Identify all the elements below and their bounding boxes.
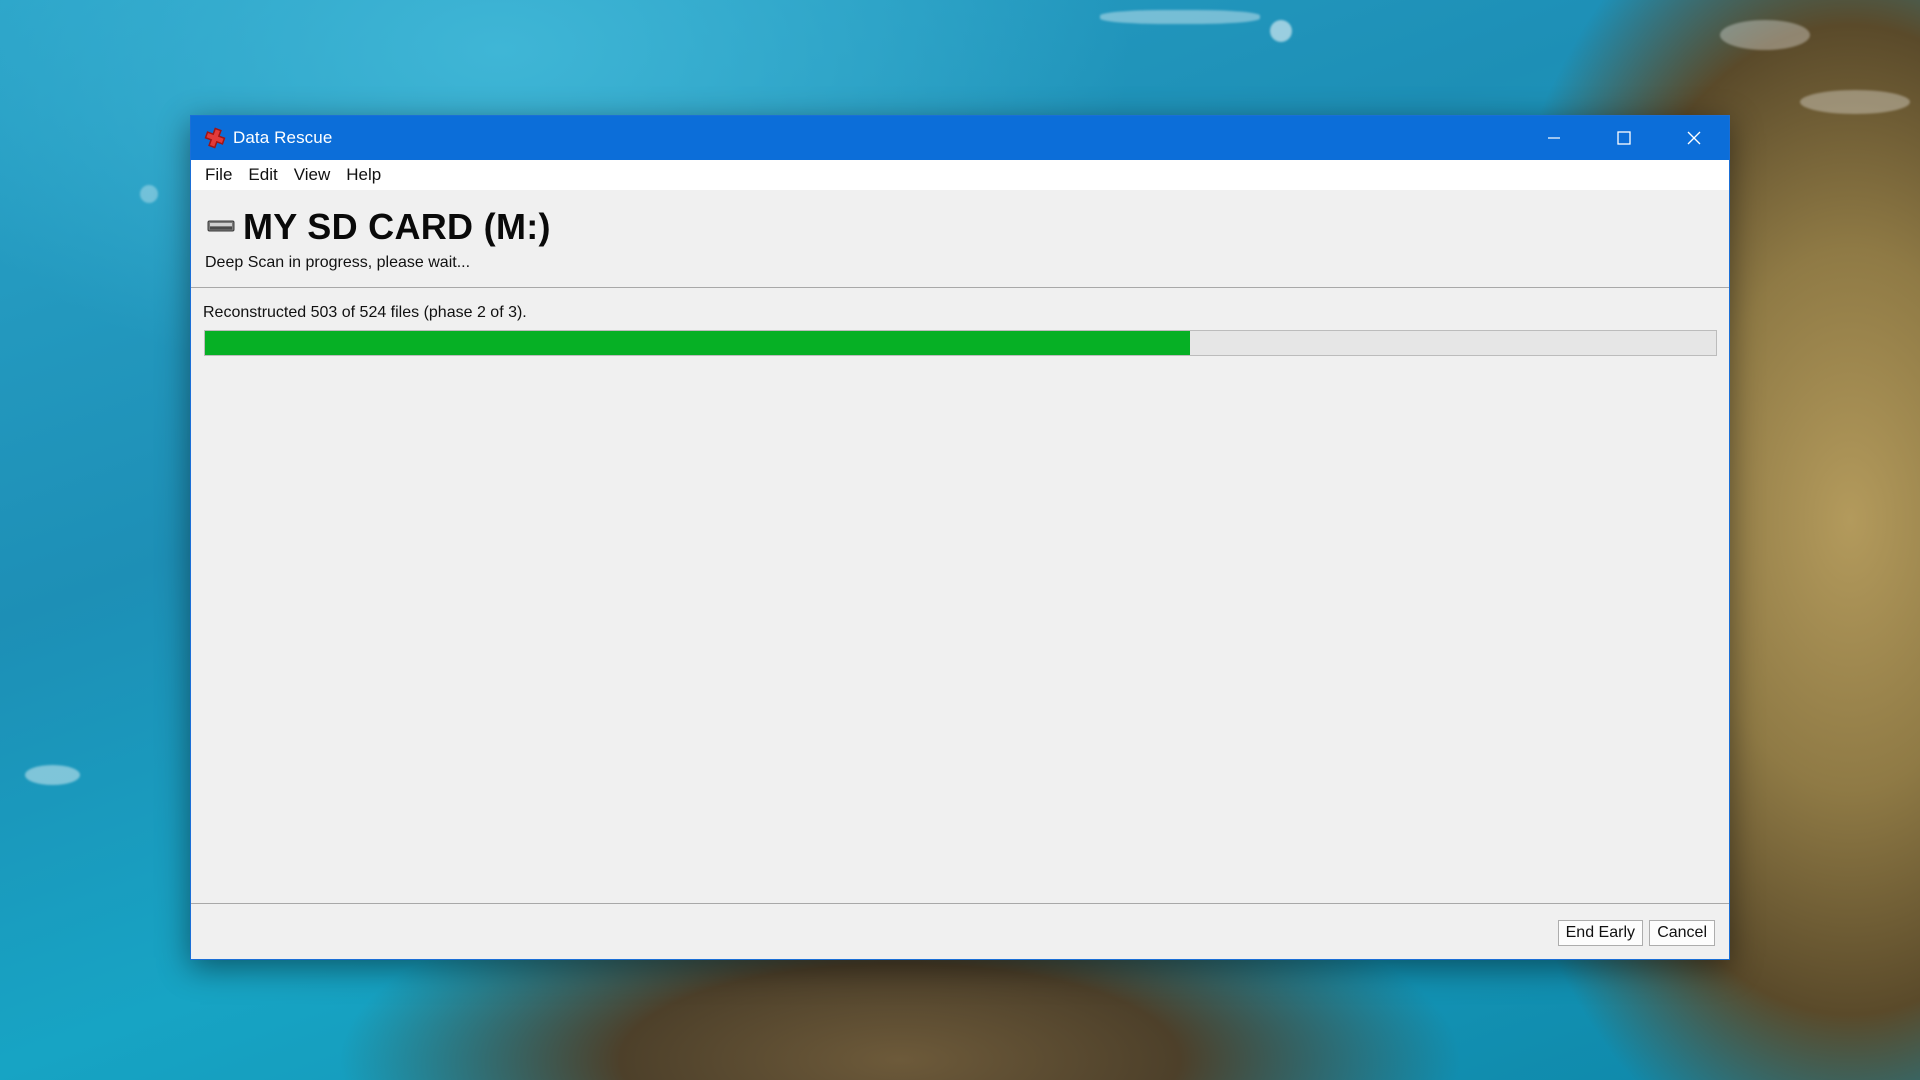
- water-sparkle: [25, 765, 80, 785]
- menu-view[interactable]: View: [286, 160, 339, 190]
- maximize-icon: [1617, 131, 1631, 145]
- water-sparkle: [1800, 90, 1910, 114]
- drive-header: MY SD CARD (M:) Deep Scan in progress, p…: [191, 190, 1729, 288]
- window-controls: [1519, 116, 1729, 160]
- action-footer: End Early Cancel: [191, 904, 1729, 959]
- progress-bar: [204, 330, 1717, 356]
- menu-edit[interactable]: Edit: [240, 160, 285, 190]
- data-rescue-app-icon: [203, 126, 227, 150]
- minimize-button[interactable]: [1519, 116, 1589, 160]
- data-rescue-window: Data Rescue File Edit View Help MY SD CA…: [190, 115, 1730, 960]
- close-button[interactable]: [1659, 116, 1729, 160]
- water-sparkle: [1720, 20, 1810, 50]
- drive-icon: [207, 220, 235, 232]
- progress-bar-fill: [205, 331, 1191, 355]
- end-early-button[interactable]: End Early: [1557, 920, 1643, 946]
- menu-bar: File Edit View Help: [191, 160, 1729, 190]
- menu-help[interactable]: Help: [338, 160, 389, 190]
- window-title: Data Rescue: [233, 128, 333, 147]
- title-bar[interactable]: Data Rescue: [191, 116, 1729, 160]
- close-icon: [1687, 131, 1701, 145]
- cancel-button[interactable]: Cancel: [1649, 920, 1715, 946]
- water-sparkle: [140, 185, 158, 203]
- drive-name: MY SD CARD (M:): [243, 206, 551, 247]
- scan-status: Deep Scan in progress, please wait...: [205, 254, 471, 271]
- water-sparkle: [1100, 10, 1260, 24]
- scan-progress-panel: Reconstructed 503 of 524 files (phase 2 …: [191, 288, 1729, 904]
- progress-label: Reconstructed 503 of 524 files (phase 2 …: [203, 304, 527, 321]
- menu-file[interactable]: File: [197, 160, 240, 190]
- maximize-button[interactable]: [1589, 116, 1659, 160]
- water-sparkle: [1270, 20, 1292, 42]
- minimize-icon: [1548, 137, 1560, 139]
